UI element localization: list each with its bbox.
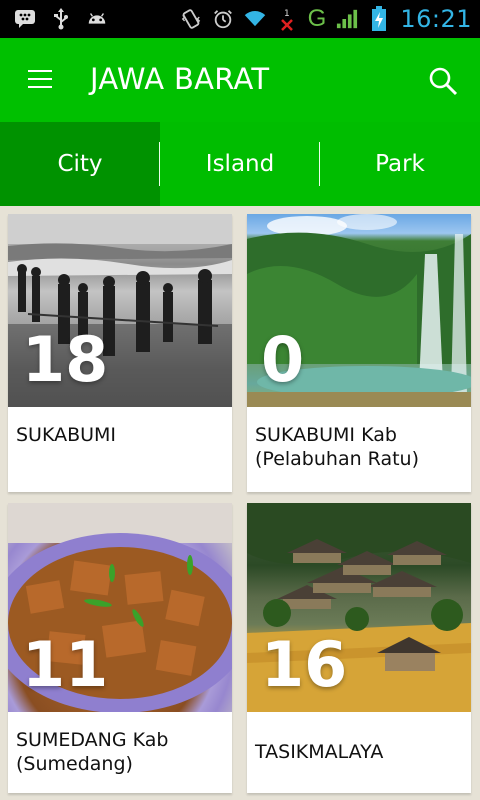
search-icon[interactable] [426, 64, 460, 98]
no-signal-icon: 1 [276, 8, 298, 31]
city-card-sumedang-kab[interactable]: 11 SUMEDANG Kab (Sumedang) [8, 503, 232, 793]
tab-label: Island [205, 151, 275, 177]
status-right-icons: 1 G 16:21 [180, 4, 472, 34]
tab-label: Park [375, 151, 425, 177]
vibrate-icon [180, 8, 202, 30]
usb-icon [50, 8, 72, 30]
place-count: 11 [22, 628, 109, 701]
tab-city[interactable]: City [0, 122, 160, 206]
city-grid: 18 SUKABUMI 0 SUKABUMI Kab (Pelabuhan Ra… [0, 206, 480, 800]
place-count: 0 [261, 323, 305, 396]
wifi-icon [244, 8, 266, 30]
tab-park[interactable]: Park [320, 122, 480, 206]
city-image: 18 [8, 214, 232, 407]
clock: 16:21 [400, 5, 472, 33]
city-name: SUKABUMI Kab (Pelabuhan Ratu) [255, 424, 420, 470]
page-title: JAWA BARAT [90, 62, 270, 96]
tab-island[interactable]: Island [160, 122, 320, 206]
city-name: TASIKMALAYA [255, 741, 384, 763]
city-card-sukabumi[interactable]: 18 SUKABUMI [8, 214, 232, 492]
city-image: 11 [8, 503, 232, 712]
status-bar: 1 G 16:21 [0, 0, 480, 38]
battery-icon [368, 6, 390, 31]
city-card-sukabumi-kab[interactable]: 0 SUKABUMI Kab (Pelabuhan Ratu) [247, 214, 471, 492]
category-tabs: City Island Park [0, 122, 480, 206]
city-image: 16 [247, 503, 471, 712]
city-name: SUKABUMI [16, 424, 117, 446]
city-image: 0 [247, 214, 471, 407]
signal-icon [336, 8, 358, 30]
svg-text:1: 1 [284, 9, 290, 19]
place-count: 16 [261, 628, 348, 701]
status-left-icons [14, 8, 108, 30]
action-bar: JAWA BARAT [0, 38, 480, 122]
hamburger-icon[interactable] [28, 68, 56, 92]
tab-label: City [57, 151, 103, 177]
bbm-icon [14, 8, 36, 30]
place-count: 18 [22, 323, 109, 396]
alarm-icon [212, 8, 234, 30]
android-icon [86, 8, 108, 30]
city-name: SUMEDANG Kab (Sumedang) [16, 729, 169, 775]
city-card-tasikmalaya[interactable]: 16 TASIKMALAYA [247, 503, 471, 793]
network-type: G [307, 5, 327, 32]
